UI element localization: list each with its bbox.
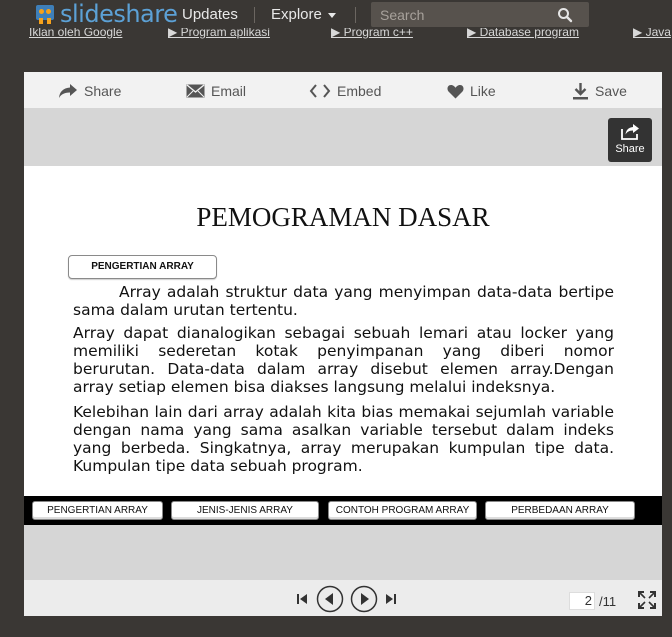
email-button[interactable]: Email: [186, 81, 246, 101]
ad-links-strip: Iklan oleh Google ▶ Program aplikasi ▶ P…: [0, 28, 672, 42]
share-button[interactable]: Share: [58, 81, 121, 101]
nav-divider: [254, 7, 255, 23]
share-arrow-icon: [59, 84, 77, 98]
top-nav: slideshare Updates Explore: [0, 0, 672, 30]
ad-link[interactable]: ▶ Java: [633, 28, 671, 39]
ad-link[interactable]: ▶ Program aplikasi: [168, 28, 270, 39]
slide-paragraph: Array dapat dianalogikan sebagai sebuah …: [73, 324, 614, 396]
slide-paragraph: Kelebihan lain dari array adalah kita bi…: [73, 403, 614, 475]
slide-tab-pengertian[interactable]: PENGERTIAN ARRAY: [32, 501, 163, 520]
first-slide-icon[interactable]: [296, 593, 308, 605]
page-number-input[interactable]: 2: [569, 592, 595, 610]
search-input[interactable]: [371, 2, 551, 27]
slide-paragraph: Array adalah struktur data yang menyimpa…: [73, 283, 614, 319]
embed-button[interactable]: Embed: [309, 81, 381, 101]
like-label: Like: [470, 83, 496, 99]
floating-share-button[interactable]: Share: [608, 118, 652, 162]
slide-top-margin: [24, 108, 662, 166]
player-controls: 2 /11: [24, 580, 662, 616]
like-button[interactable]: Like: [447, 81, 496, 101]
search-box: [371, 2, 589, 27]
save-label: Save: [595, 83, 627, 99]
heart-icon: [447, 84, 464, 98]
email-label: Email: [211, 83, 247, 99]
page-total: /11: [599, 594, 617, 609]
slide-tabs-bar: PENGERTIAN ARRAY JENIS-JENIS ARRAY CONTO…: [24, 496, 662, 525]
slideshare-logo[interactable]: slideshare: [34, 0, 178, 28]
last-slide-icon[interactable]: [385, 593, 397, 605]
logo-text: slideshare: [60, 0, 178, 28]
fullscreen-icon[interactable]: [638, 591, 656, 609]
nav-explore-label: Explore: [271, 6, 322, 23]
slide-tab-perbedaan[interactable]: PERBEDAAN ARRAY: [485, 501, 635, 520]
save-button[interactable]: Save: [572, 81, 627, 101]
floating-share-label: Share: [615, 143, 645, 155]
code-brackets-icon: [309, 84, 331, 98]
next-slide-icon[interactable]: [350, 585, 378, 613]
previous-slide-icon[interactable]: [316, 585, 344, 613]
envelope-icon: [186, 84, 205, 98]
slide-tab-jenis[interactable]: JENIS-JENIS ARRAY: [171, 501, 319, 520]
ad-link[interactable]: ▶ Database program: [467, 28, 579, 39]
slideshare-logo-icon: [34, 3, 56, 25]
share-box-icon: [621, 124, 639, 140]
player-toolbar: Share Email Embed Like Save: [24, 72, 662, 108]
nav-explore[interactable]: Explore: [271, 6, 336, 23]
paragraph-text: Array adalah struktur data yang menyimpa…: [73, 283, 614, 319]
slide-content: PEMOGRAMAN DASAR PENGERTIAN ARRAY Array …: [24, 166, 662, 496]
slide-title: PEMOGRAMAN DASAR: [196, 202, 490, 232]
chevron-down-icon: [327, 12, 336, 18]
search-icon[interactable]: [557, 7, 573, 23]
share-label: Share: [84, 83, 122, 99]
section-label-button: PENGERTIAN ARRAY: [68, 255, 217, 279]
nav-divider: [355, 7, 356, 23]
nav-updates[interactable]: Updates: [182, 6, 238, 23]
ad-link[interactable]: ▶ Program c++: [331, 28, 413, 39]
ad-label-link[interactable]: Iklan oleh Google: [29, 28, 122, 39]
download-icon: [573, 83, 588, 100]
embed-label: Embed: [337, 83, 382, 99]
slide-player: Share Email Embed Like Save Share PEMOGR…: [24, 72, 662, 616]
slide-tab-contoh[interactable]: CONTOH PROGRAM ARRAY: [328, 501, 477, 520]
